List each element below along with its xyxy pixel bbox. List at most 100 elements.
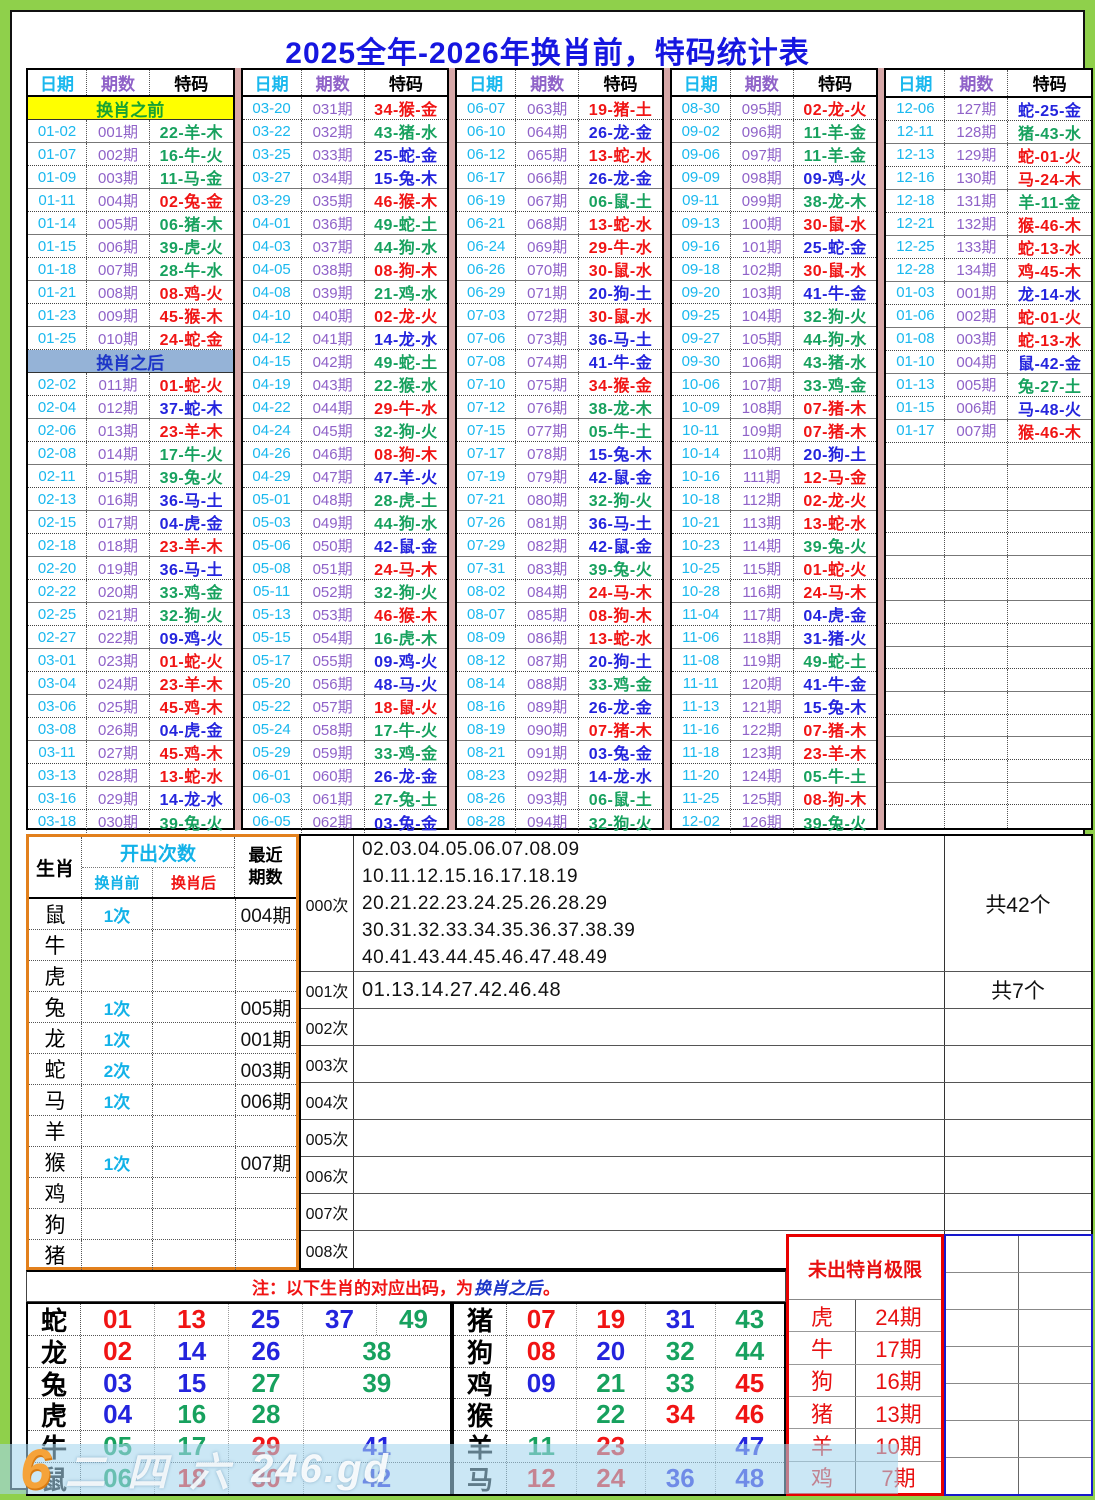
date-cell: 12-02 — [672, 810, 731, 833]
period-cell: 088期 — [516, 672, 580, 694]
period-cell: 023期 — [87, 649, 150, 671]
date-header: 日期 — [886, 70, 946, 96]
period-cell: 015期 — [87, 465, 150, 487]
period-cell: 066期 — [516, 166, 580, 188]
date-cell: 02-08 — [28, 442, 87, 464]
table-row — [886, 487, 1091, 511]
period-cell: 051期 — [302, 557, 365, 579]
code-header: 特码 — [603, 75, 638, 94]
period-cell: 102期 — [731, 258, 794, 280]
total-count-cell — [945, 1083, 1091, 1119]
empty-grid-cell — [946, 1384, 1019, 1420]
date-cell: 05-03 — [243, 511, 302, 533]
code-cell — [1008, 488, 1091, 510]
date-cell: 03-20 — [243, 97, 302, 119]
code-cell: 兔-27-土 — [1017, 378, 1082, 396]
date-cell — [886, 646, 946, 669]
table-row: 06-07 063期 19-猪-土 — [457, 97, 662, 120]
number-cell: 01 — [81, 1304, 155, 1335]
number-cell: 04 — [81, 1399, 156, 1431]
code-cell: 44-狗-水 — [374, 516, 438, 533]
before-count-cell — [82, 1240, 153, 1270]
date-cell: 10-28 — [672, 580, 731, 602]
table-row: 04-22 044期 29-牛-水 — [242, 396, 448, 419]
code-cell: 29-牛-水 — [374, 401, 438, 418]
code-cell: 33-鸡-金 — [159, 585, 224, 602]
before-count-cell: 1次 — [82, 992, 153, 1022]
table-row: 09-09 098期 09-鸡-火 — [671, 166, 877, 189]
table-row: 10-18 112期 02-龙-火 — [671, 488, 877, 511]
date-cell: 06-24 — [457, 235, 517, 257]
empty-grid-row — [946, 1458, 1091, 1494]
code-cell: 马-24-木 — [1017, 171, 1082, 189]
code-cell — [1008, 511, 1091, 533]
code-cell: 07-猪-木 — [803, 723, 867, 740]
code-cell: 23-羊-木 — [803, 746, 867, 763]
period-cell: 104期 — [731, 304, 794, 326]
table-row: 01-14 005期 06-猪-木 — [28, 212, 233, 235]
date-cell: 07-10 — [457, 373, 517, 395]
zodiac-cell: 蛇 — [28, 1304, 81, 1336]
code-cell — [1008, 624, 1091, 646]
table-row: 12-06 127期 蛇-25-金 — [886, 97, 1091, 121]
period-cell: 043期 — [302, 373, 365, 395]
period-cell: 024期 — [87, 672, 150, 694]
code-cell: 13-蛇-水 — [588, 217, 653, 234]
period-table-5: 日期 期数 特码 12-06 127期 蛇-25-金 12-11 128期 猪-43-水 12-1… — [884, 68, 1093, 830]
table-row: 12-16 130期 马-24-木 — [886, 166, 1091, 190]
code-cell: 马-48-火 — [1017, 401, 1082, 419]
date-cell: 03-04 — [28, 672, 87, 694]
period-cell: 101期 — [731, 235, 794, 257]
code-cell: 33-鸡-金 — [374, 746, 438, 763]
after-count-cell — [153, 1116, 236, 1146]
code-cell: 39-兔-火 — [159, 470, 224, 487]
period-cell — [945, 555, 1009, 578]
code-cell: 15-兔-木 — [374, 171, 438, 188]
numbers-line: 30.31.32.33.34.35.36.37.38.39 — [362, 920, 636, 941]
zodiac-column-header: 生肖 — [29, 837, 82, 897]
code-cell: 07-猪-木 — [803, 401, 867, 418]
before-count-cell — [82, 1116, 153, 1146]
code-cell: 45-猴-木 — [159, 309, 224, 326]
code-cell: 47-羊-火 — [374, 470, 438, 487]
table-row: 08-26 093期 06-鼠-土 — [457, 787, 662, 810]
numbers-line: 20.21.22.23.24.25.26.28.29 — [362, 893, 608, 914]
number-cell: 07 — [507, 1304, 577, 1335]
code-cell: 36-马-土 — [588, 332, 653, 349]
table-row: 07-26 081期 36-马-土 — [457, 511, 662, 534]
code-cell: 30-鼠-水 — [803, 263, 867, 280]
date-cell: 07-17 — [457, 442, 517, 464]
code-cell — [1008, 715, 1091, 737]
code-cell: 11-马-金 — [160, 171, 223, 188]
table-row: 01-08 003期 蛇-13-水 — [886, 327, 1091, 351]
date-cell: 07-15 — [457, 419, 517, 441]
period-cell: 067期 — [516, 189, 580, 211]
code-cell: 13-蛇-水 — [159, 769, 224, 786]
code-cell — [1008, 556, 1091, 578]
table-row: 02-20 019期 36-马-土 — [28, 557, 233, 580]
period-cell: 033期 — [302, 143, 365, 165]
count-label: 005次 — [301, 1120, 354, 1156]
code-cell: 09-鸡-火 — [159, 631, 224, 648]
period-cell: 052期 — [302, 580, 365, 602]
watermark-domain-link[interactable]: 246.gd — [251, 1447, 390, 1492]
table-row: 08-19 090期 07-猪-木 — [457, 718, 662, 741]
date-cell: 08-12 — [457, 649, 517, 671]
count-row: 004次 — [301, 1083, 1091, 1120]
table-row: 02-25 021期 32-狗-火 — [28, 603, 233, 626]
code-cell: 20-狗-土 — [588, 286, 653, 303]
date-cell — [886, 533, 946, 555]
code-cell: 41-牛-金 — [588, 355, 653, 372]
date-cell: 11-04 — [672, 603, 731, 625]
table-row: 12-18 131期 羊-11-金 — [886, 189, 1091, 213]
table-row: 03-20 031期 34-猴-金 — [242, 97, 448, 120]
after-count-cell — [153, 930, 236, 960]
code-cell: 27-兔-土 — [374, 792, 438, 809]
watermark-logo: 6 — [20, 1437, 52, 1500]
date-cell: 03-08 — [28, 718, 87, 740]
period-cell: 038期 — [302, 258, 365, 280]
date-cell: 04-03 — [243, 235, 302, 257]
date-cell: 02-25 — [28, 603, 87, 625]
empty-grid-cell — [946, 1347, 1019, 1383]
table-row: 03-11 027期 45-鸡-木 — [28, 741, 233, 764]
